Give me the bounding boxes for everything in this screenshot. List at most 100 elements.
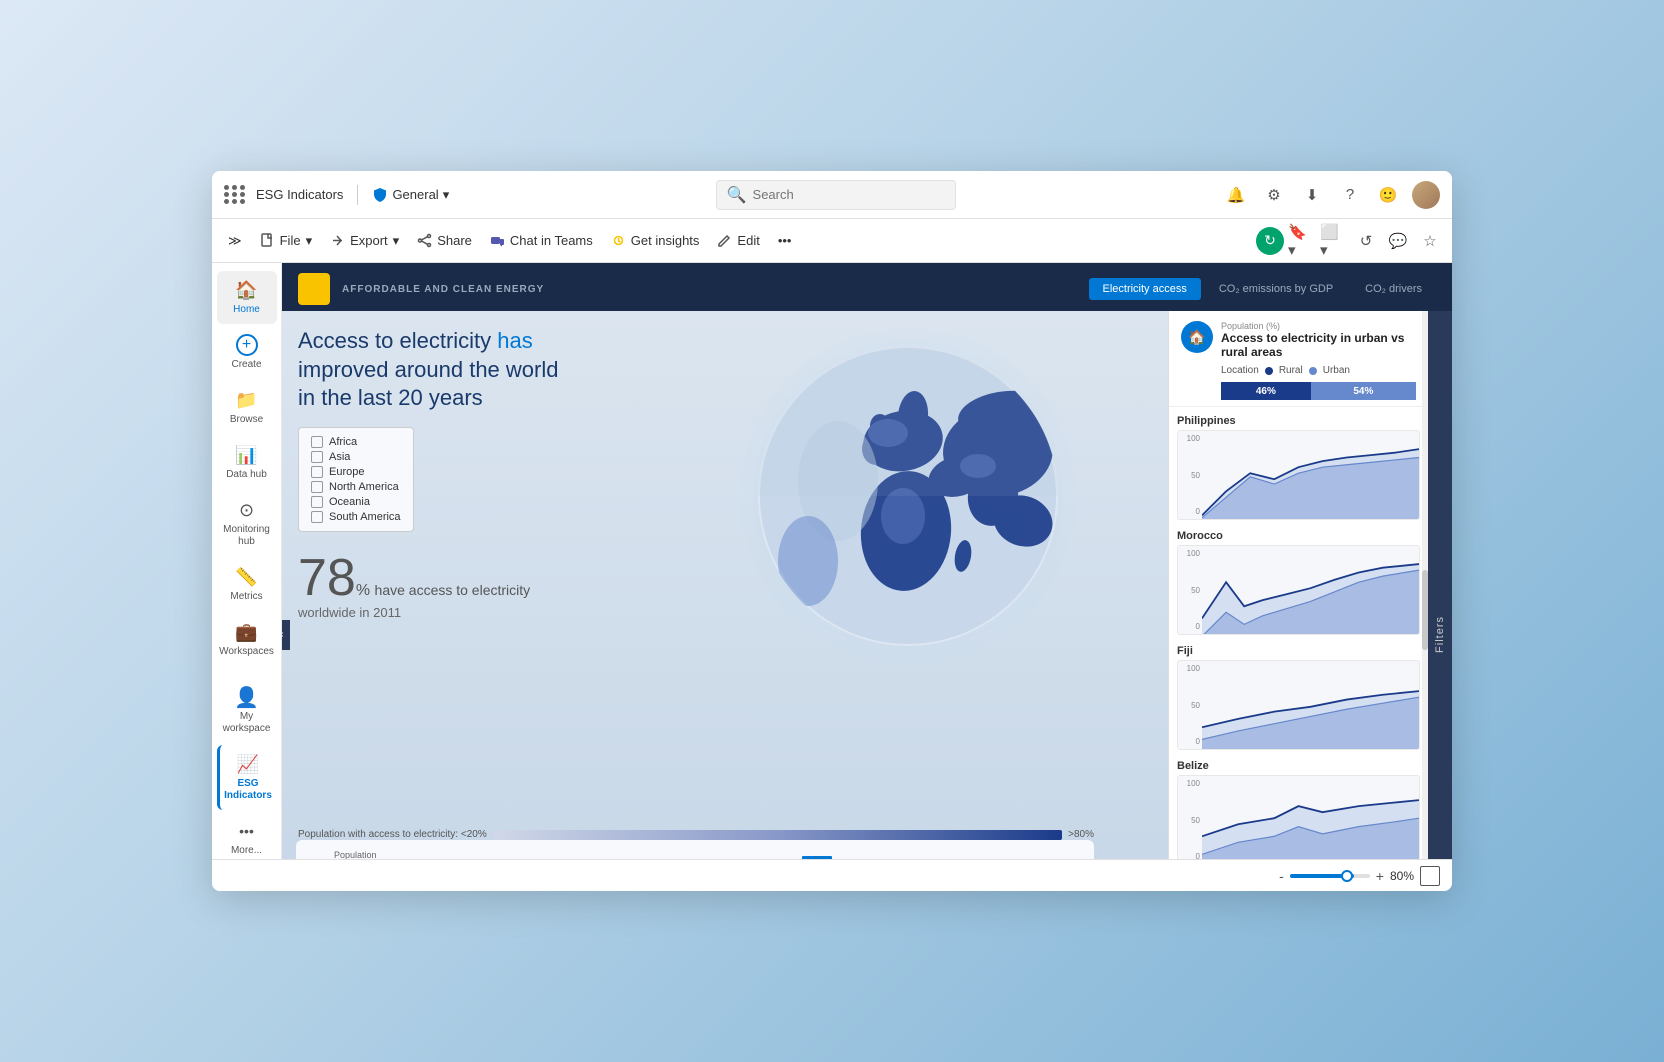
report-canvas: AFFORDABLE AND CLEAN ENERGY Electricity … — [282, 263, 1452, 859]
urban-dot — [1309, 367, 1317, 375]
nav-my-workspace[interactable]: 👤 My workspace — [217, 678, 277, 743]
nav-more-label: More... — [231, 845, 262, 857]
title-highlight: has — [497, 328, 532, 353]
report-main: Access to electricity has improved aroun… — [282, 311, 1168, 859]
stat-number: 78 — [298, 549, 356, 607]
teams-icon — [490, 233, 505, 248]
legend-europe[interactable]: Europe — [311, 466, 401, 478]
nav-monitoring-hub[interactable]: ⊙ Monitoring hub — [217, 491, 277, 556]
search-icon: 🔍 — [727, 185, 747, 205]
chart-bars-area: 2000200120022003200420052006200720082009… — [458, 850, 1082, 859]
panel-scrollbar[interactable] — [1422, 311, 1428, 859]
panel-house-icon: 🏠 — [1181, 321, 1213, 353]
workspace-badge[interactable]: General ▾ — [372, 187, 449, 203]
legend-check-na — [311, 481, 323, 493]
zoom-plus-button[interactable]: + — [1376, 868, 1384, 884]
location-label: Location — [1221, 365, 1259, 376]
fiji-chart: 100 50 0 — [1177, 660, 1420, 750]
chart-labels: Population People withoutaccess to elect… — [334, 850, 448, 859]
expand-button[interactable]: ≫ — [220, 228, 250, 254]
rural-label: Rural — [1279, 365, 1303, 376]
panel-bar-row: 46% 54% — [1221, 382, 1416, 400]
emoji-icon[interactable]: 🙂 — [1374, 181, 1402, 209]
legend-south-america[interactable]: South America — [311, 511, 401, 523]
nav-browse[interactable]: 📁 Browse — [217, 381, 277, 434]
app-menu-icon[interactable] — [224, 185, 246, 204]
zoom-slider[interactable] — [1290, 874, 1370, 878]
tab-co2-gdp[interactable]: CO₂ emissions by GDP — [1205, 278, 1347, 300]
toolbar: ≫ File ▾ Export ▾ Share Chat in Teams Ge… — [212, 219, 1452, 263]
panel-bar-urban: 54% — [1311, 382, 1416, 400]
legend-africa[interactable]: Africa — [311, 436, 401, 448]
filters-sidebar[interactable]: ‹ Filters — [1428, 311, 1452, 859]
report-title: Access to electricity has improved aroun… — [298, 327, 618, 413]
more-button[interactable]: ••• — [770, 228, 800, 253]
nav-create-label: Create — [231, 359, 261, 371]
filters-label: Filters — [1434, 616, 1446, 653]
notifications-icon[interactable]: 🔔 — [1222, 181, 1250, 209]
legend-check-sa — [311, 511, 323, 523]
get-insights-button[interactable]: Get insights — [603, 228, 708, 253]
avatar[interactable] — [1412, 181, 1440, 209]
belize-chart: 100 50 0 — [1177, 775, 1420, 859]
export-button[interactable]: Export ▾ — [322, 228, 407, 254]
zoom-percentage: 80% — [1390, 869, 1414, 883]
zoom-control: - + 80% — [1279, 866, 1440, 886]
zoom-minus-button[interactable]: - — [1279, 868, 1284, 884]
nav-home[interactable]: 🏠 Home — [217, 271, 277, 324]
philippines-chart: 100 50 0 — [1177, 430, 1420, 520]
home-icon: 🏠 — [236, 279, 258, 301]
app-window: ESG Indicators General ▾ 🔍 🔔 ⚙ ⬇ ? 🙂 — [212, 171, 1452, 891]
zoom-slider-thumb[interactable] — [1341, 870, 1353, 882]
tab-co2-drivers[interactable]: CO₂ drivers — [1351, 278, 1436, 300]
morocco-chart: 100 50 0 — [1177, 545, 1420, 635]
undo-icon[interactable]: ↺ — [1352, 227, 1380, 255]
workspaces-icon: 💼 — [236, 621, 258, 643]
sdg-icon — [298, 273, 330, 305]
edit-button[interactable]: Edit — [709, 228, 767, 253]
legend-asia[interactable]: Asia — [311, 451, 401, 463]
browse-icon: 📁 — [236, 389, 258, 411]
legend-north-america[interactable]: North America — [311, 481, 401, 493]
legend-oceania[interactable]: Oceania — [311, 496, 401, 508]
search-input[interactable] — [753, 187, 945, 202]
settings-icon[interactable]: ⚙ — [1260, 181, 1288, 209]
nav-esg-indicators[interactable]: 📈 ESG Indicators — [217, 745, 277, 810]
fiji-y-axis: 100 50 0 — [1178, 661, 1202, 749]
view-icon[interactable]: ⬜ ▾ — [1320, 227, 1348, 255]
philippines-label: Philippines — [1177, 415, 1420, 427]
pop-legend: Population with access to electricity: <… — [298, 829, 1094, 840]
file-button[interactable]: File ▾ — [252, 228, 320, 254]
refresh-button[interactable]: ↻ — [1256, 227, 1284, 255]
search-input-wrap[interactable]: 🔍 — [716, 180, 956, 210]
download-icon[interactable]: ⬇ — [1298, 181, 1326, 209]
collapse-icon[interactable]: ‹ — [282, 620, 290, 650]
nav-more[interactable]: ••• More... — [217, 812, 277, 859]
nav-workspaces[interactable]: 💼 Workspaces — [217, 613, 277, 666]
tab-electricity-access[interactable]: Electricity access — [1089, 278, 1201, 300]
panel-scrollbar-thumb[interactable] — [1422, 570, 1428, 650]
philippines-y-axis: 100 50 0 — [1178, 431, 1202, 519]
chart-fiji: Fiji 100 50 0 — [1177, 645, 1420, 750]
esg-icon: 📈 — [237, 753, 259, 775]
nav-create[interactable]: + Create — [217, 326, 277, 379]
more-icon: ••• — [236, 820, 258, 842]
comment-icon[interactable]: 💬 — [1384, 227, 1412, 255]
fiji-svg — [1202, 661, 1419, 750]
shield-icon — [372, 187, 388, 203]
nav-metrics[interactable]: 📏 Metrics — [217, 558, 277, 611]
bookmark-icon[interactable]: 🔖 ▾ — [1288, 227, 1316, 255]
fit-to-screen-icon[interactable] — [1420, 866, 1440, 886]
help-icon[interactable]: ? — [1336, 181, 1364, 209]
legend-check-asia — [311, 451, 323, 463]
share-button[interactable]: Share — [409, 228, 480, 253]
report-inner: AFFORDABLE AND CLEAN ENERGY Electricity … — [282, 263, 1452, 859]
chat-teams-button[interactable]: Chat in Teams — [482, 228, 601, 253]
chart-belize: Belize 100 50 0 — [1177, 760, 1420, 859]
favorite-icon[interactable]: ☆ — [1416, 227, 1444, 255]
nav-data-hub[interactable]: 📊 Data hub — [217, 436, 277, 489]
metrics-icon: 📏 — [236, 566, 258, 588]
app-title: ESG Indicators — [256, 187, 343, 202]
title-access: Access to electricity — [298, 328, 497, 353]
chart-header: Population — [334, 850, 448, 859]
